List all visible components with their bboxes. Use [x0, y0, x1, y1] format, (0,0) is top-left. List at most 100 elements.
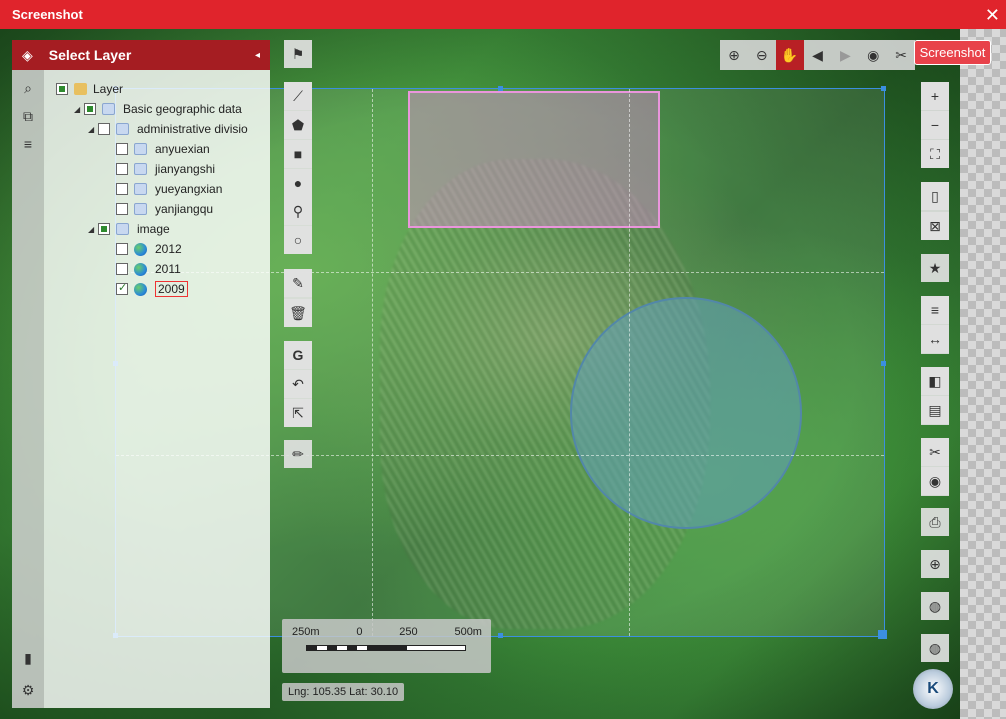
- export-icon[interactable]: ⇱: [284, 399, 312, 427]
- layer-tree-panel: Layer ◢ Basic geographic data ◢ administ…: [44, 70, 270, 708]
- resize-handle[interactable]: [498, 633, 503, 638]
- checkbox[interactable]: [56, 83, 68, 95]
- tree-item[interactable]: 2012: [116, 240, 182, 258]
- layer-search-icon[interactable]: ⧉: [20, 108, 36, 124]
- import-icon[interactable]: ↶: [284, 370, 312, 398]
- tree-item[interactable]: 2011: [116, 260, 181, 278]
- gear-icon[interactable]: ⚙: [20, 682, 36, 698]
- star-icon[interactable]: ★: [921, 254, 949, 282]
- tree-root[interactable]: Layer: [56, 80, 123, 98]
- edit-icon[interactable]: ✎: [284, 269, 312, 297]
- expand-icon[interactable]: ◢: [74, 105, 84, 114]
- measure-icon[interactable]: ✂: [887, 40, 915, 70]
- database-icon[interactable]: ≡: [20, 136, 36, 152]
- scale-label: 500m: [454, 626, 482, 638]
- resize-handle[interactable]: [881, 86, 886, 91]
- fullscreen-icon[interactable]: ⛶: [921, 140, 949, 168]
- compass-icon[interactable]: K: [913, 669, 953, 709]
- minus-icon[interactable]: −: [921, 111, 949, 139]
- pencil-icon[interactable]: ✏: [284, 440, 312, 468]
- draw-marker-icon[interactable]: ⚲: [284, 197, 312, 225]
- close-icon[interactable]: ✕: [985, 6, 1000, 24]
- draw-ring-icon[interactable]: ○: [284, 226, 312, 254]
- split-icon[interactable]: ▤: [921, 396, 949, 424]
- pan-hand-icon[interactable]: ✋: [775, 40, 804, 70]
- tree-node-image[interactable]: ◢ image: [88, 220, 170, 238]
- screenshot-button[interactable]: Screenshot: [914, 40, 991, 65]
- print-icon[interactable]: ⎙: [921, 508, 949, 536]
- globe-icon: [134, 282, 147, 296]
- scale-labels: 250m 0 250 500m: [292, 626, 482, 638]
- bookmark-icon[interactable]: ▮: [20, 650, 36, 666]
- resize-handle[interactable]: [878, 630, 887, 639]
- checkbox[interactable]: [98, 123, 110, 135]
- tree-item[interactable]: yueyangxian: [116, 180, 222, 198]
- next-view-icon[interactable]: ▶: [831, 40, 859, 70]
- tree-label: yanjiangqu: [155, 202, 214, 216]
- globe-icon[interactable]: ◍: [921, 592, 949, 620]
- layer-icon: [116, 123, 129, 135]
- scissors-icon[interactable]: ✂: [921, 438, 949, 466]
- globe-icon: [134, 242, 147, 256]
- layer-icon: [134, 203, 147, 215]
- checkbox[interactable]: [116, 243, 128, 255]
- flag-icon[interactable]: ⚑: [284, 40, 312, 68]
- checkbox[interactable]: [116, 143, 128, 155]
- checkbox[interactable]: [116, 281, 128, 295]
- resize-handle[interactable]: [498, 86, 503, 91]
- folder-icon: [74, 83, 87, 95]
- globe-icon: [134, 262, 147, 276]
- ruler-icon[interactable]: ▯: [921, 182, 949, 210]
- tree-item[interactable]: yanjiangqu: [116, 200, 213, 218]
- layers-icon: ◈: [22, 46, 33, 63]
- tree-label: jianyangshi: [155, 162, 216, 176]
- expand-icon[interactable]: ◢: [88, 225, 98, 234]
- tree-node-admin[interactable]: ◢ administrative divisio: [88, 120, 248, 138]
- tree-item[interactable]: jianyangshi: [116, 160, 215, 178]
- scale-segment: [327, 646, 337, 650]
- checkbox[interactable]: [84, 103, 96, 115]
- map-view[interactable]: ◈ Select Layer ◂ ⌕ ⧉ ≡ ▮ ⚙ Layer ◢ Basic…: [0, 29, 1006, 719]
- globe-icon[interactable]: ◍: [921, 634, 949, 662]
- eye-icon[interactable]: ◉: [921, 467, 949, 495]
- full-extent-icon[interactable]: ◉: [859, 40, 887, 70]
- collapse-icon[interactable]: ◂: [255, 50, 260, 61]
- legend-icon[interactable]: ≡: [921, 296, 949, 324]
- checkbox[interactable]: [116, 263, 128, 275]
- scale-label: 250m: [292, 626, 320, 638]
- scale-label: 0: [356, 626, 363, 638]
- resize-handle[interactable]: [881, 361, 886, 366]
- layer-icon: [102, 103, 115, 115]
- checkbox[interactable]: [116, 203, 128, 215]
- expand-icon[interactable]: ◢: [88, 125, 98, 134]
- swap-icon[interactable]: ↔: [921, 325, 949, 353]
- sidebar-title: Select Layer: [48, 47, 132, 63]
- trash-icon[interactable]: 🗑: [284, 299, 312, 327]
- tree-label: 2009: [155, 281, 188, 297]
- previous-view-icon[interactable]: ◀: [804, 40, 832, 70]
- google-icon[interactable]: G: [284, 341, 312, 369]
- map-toolbar: ⊕ ⊖ ✋ ◀ ▶ ◉ ✂: [720, 40, 915, 70]
- plus-icon[interactable]: +: [921, 82, 949, 110]
- draw-rectangle-icon[interactable]: ■: [284, 140, 312, 168]
- draw-line-icon[interactable]: ⟋: [284, 82, 312, 110]
- tree-item[interactable]: anyuexian: [116, 140, 210, 158]
- zoom-in-icon[interactable]: ⊕: [720, 40, 748, 70]
- draw-circle-icon[interactable]: ●: [284, 169, 312, 197]
- compare-icon[interactable]: ◧: [921, 367, 949, 395]
- sidebar-header: ◈ Select Layer ◂: [12, 40, 270, 70]
- checkbox[interactable]: [98, 223, 110, 235]
- tree-label: 2011: [155, 262, 181, 276]
- tree-item-selected[interactable]: 2009: [116, 280, 188, 298]
- area-icon[interactable]: ⊠: [921, 212, 949, 240]
- draw-polygon-icon[interactable]: ⬟: [284, 111, 312, 139]
- search-map-icon[interactable]: ⌕: [20, 80, 36, 96]
- scale-segment: [307, 646, 317, 650]
- checkbox[interactable]: [116, 163, 128, 175]
- window-title: Screenshot: [12, 7, 83, 22]
- tree-node-basic[interactable]: ◢ Basic geographic data: [74, 100, 242, 118]
- checkbox[interactable]: [116, 183, 128, 195]
- locate-icon[interactable]: ⊕: [921, 550, 949, 578]
- zoom-out-icon[interactable]: ⊖: [748, 40, 776, 70]
- tree-label: image: [137, 222, 170, 236]
